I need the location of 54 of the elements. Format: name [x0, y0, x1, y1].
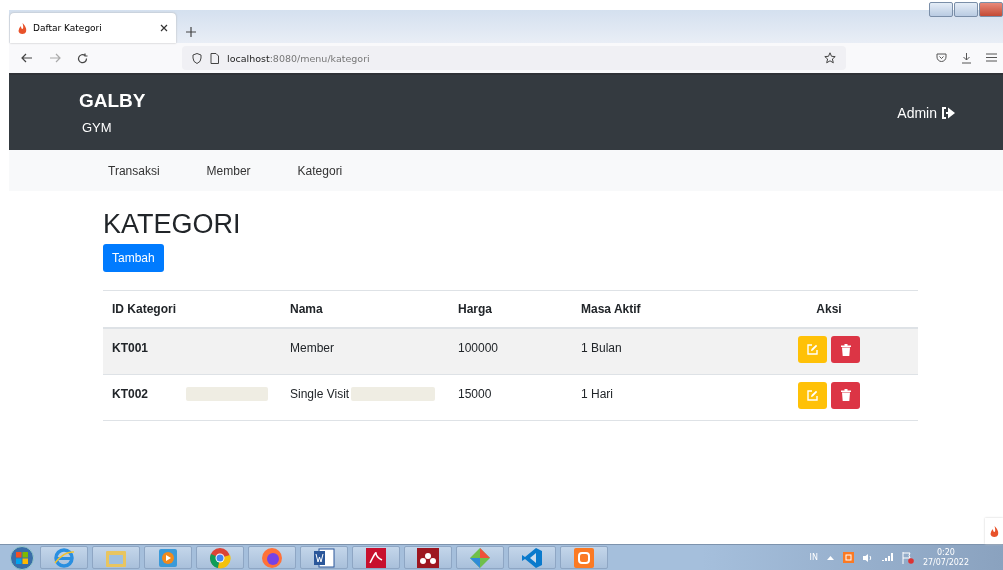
flame-icon: [18, 22, 27, 34]
debug-toolbar-tab[interactable]: [985, 518, 1003, 544]
table-cell: KT002: [112, 386, 149, 401]
flame-icon: [989, 525, 999, 537]
delete-button[interactable]: [831, 336, 860, 363]
reload-icon[interactable]: [77, 52, 88, 64]
start-button[interactable]: [8, 545, 36, 570]
menu-link[interactable]: Transaksi: [108, 163, 160, 178]
trash-icon: [840, 343, 851, 356]
download-icon[interactable]: [961, 52, 972, 64]
table-cell: 100000: [458, 341, 499, 355]
page-icon: [210, 52, 219, 64]
table-cell: 1 Bulan: [581, 341, 622, 355]
tray-arrow-icon[interactable]: [826, 555, 834, 560]
new-tab-icon[interactable]: [186, 27, 196, 37]
user-link[interactable]: Admin: [897, 104, 937, 121]
speaker-icon[interactable]: [862, 552, 873, 563]
edit-icon: [807, 344, 818, 355]
menu-link[interactable]: Kategori: [297, 163, 343, 178]
forward-icon[interactable]: [49, 53, 61, 63]
brand-subtitle: GYM: [81, 120, 113, 135]
shield-icon: [192, 52, 202, 64]
minimize-button[interactable]: [929, 2, 953, 17]
chrome-icon[interactable]: [209, 546, 231, 569]
menu-icon[interactable]: [986, 52, 997, 62]
close-button[interactable]: [979, 2, 1003, 17]
dots-icon[interactable]: [417, 547, 439, 568]
edit-icon: [807, 389, 818, 401]
table-cell: Single Visit: [290, 386, 350, 401]
close-icon[interactable]: [160, 24, 168, 32]
trash-icon: [840, 389, 851, 401]
flag-icon[interactable]: [901, 551, 914, 564]
document-w-icon[interactable]: [313, 547, 335, 568]
restore-button[interactable]: [954, 2, 978, 17]
logout-icon[interactable]: [941, 106, 955, 119]
back-icon[interactable]: [21, 53, 33, 63]
add-button[interactable]: Tambah: [103, 244, 164, 272]
star-icon[interactable]: [824, 52, 836, 64]
url-text: localhost:8080/menu/kategori: [227, 52, 370, 64]
delete-button[interactable]: [831, 381, 860, 409]
pocket-icon[interactable]: [936, 52, 947, 63]
brand-title[interactable]: GALBY: [79, 90, 146, 112]
browser-tab[interactable]: Daftar Kategori: [10, 13, 176, 43]
page-title: KATEGORI: [103, 209, 242, 240]
table-cell: 1 Hari: [581, 386, 613, 401]
diamond-icon[interactable]: [469, 546, 491, 569]
table-cell: KT001: [112, 341, 149, 355]
address-bar[interactable]: localhost:8080/menu/kategori: [182, 46, 846, 70]
globe-e-icon[interactable]: [53, 546, 75, 569]
menu-link[interactable]: Member: [206, 163, 251, 178]
table-cell: 15000: [458, 386, 492, 401]
play-icon[interactable]: [158, 547, 178, 568]
table-cell: Member: [290, 341, 334, 355]
signal-icon[interactable]: [881, 553, 893, 562]
